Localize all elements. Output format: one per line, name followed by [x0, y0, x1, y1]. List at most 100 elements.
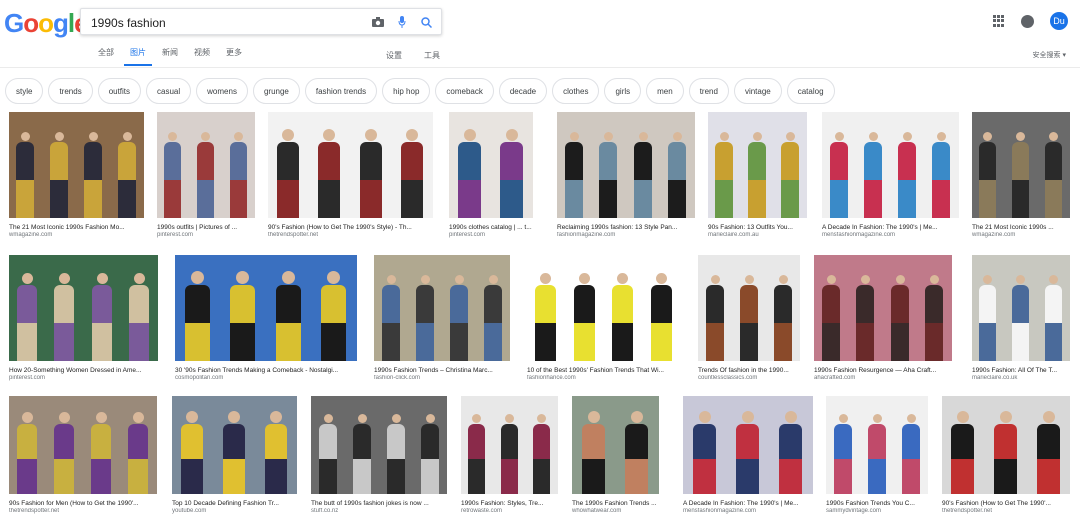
image-caption[interactable]: A Decade In Fashion: The 1990's | Me... [822, 224, 959, 231]
image-source[interactable]: pinterest.com [449, 232, 533, 238]
image-caption[interactable]: How 20-Something Women Dressed in Ame... [9, 367, 158, 374]
image-thumbnail[interactable] [942, 396, 1070, 494]
image-thumbnail[interactable] [172, 396, 297, 494]
image-source[interactable]: youtube.com [172, 508, 297, 514]
chip-grunge[interactable]: grunge [252, 78, 300, 104]
image-thumbnail[interactable] [698, 255, 800, 361]
image-thumbnail[interactable] [683, 396, 813, 494]
safe-search-toggle[interactable]: 安全搜索 ▾ [1033, 50, 1066, 60]
tab-images[interactable]: 图片 [122, 46, 154, 66]
image-thumbnail[interactable] [157, 112, 255, 218]
chip-outfits[interactable]: outfits [97, 78, 142, 104]
image-result[interactable]: 90s Fashion for Men (How to Get the 1990… [9, 396, 157, 514]
tab-all[interactable]: 全部 [90, 46, 122, 66]
tab-more[interactable]: 更多 [218, 46, 250, 66]
image-caption[interactable]: 90's Fashion (How to Get The 1990'... [942, 500, 1070, 507]
chip-womens[interactable]: womens [196, 78, 248, 104]
chip-clothes[interactable]: clothes [552, 78, 600, 104]
image-thumbnail[interactable] [822, 112, 959, 218]
image-source[interactable]: stuff.co.nz [311, 508, 447, 514]
image-source[interactable]: ahacrafted.com [814, 375, 952, 381]
image-caption[interactable]: 30 '90s Fashion Trends Making a Comeback… [175, 367, 357, 374]
image-thumbnail[interactable] [527, 255, 681, 361]
image-thumbnail[interactable] [374, 255, 510, 361]
image-source[interactable]: sammydvintage.com [826, 508, 928, 514]
image-source[interactable]: fashion-click.com [374, 375, 510, 381]
image-source[interactable]: fashionhance.com [527, 375, 681, 381]
image-result[interactable]: Trends Of fashion in the 1990... countles… [698, 255, 800, 381]
image-source[interactable]: pinterest.com [9, 375, 158, 381]
apps-grid-icon[interactable] [993, 15, 1005, 27]
image-thumbnail[interactable] [449, 112, 533, 218]
image-source[interactable]: marieclaire.com.au [708, 232, 807, 238]
image-result[interactable]: 1990s Fashion: All Of The T... marieclair… [972, 255, 1070, 381]
image-result[interactable]: 1990s Fashion Resurgence — Aha Craft... a… [814, 255, 952, 381]
image-source[interactable]: wmagazine.com [9, 232, 144, 238]
image-caption[interactable]: 1990s clothes catalog | ... t... [449, 224, 533, 231]
image-result[interactable]: A Decade In Fashion: The 1990's | Me... m… [683, 396, 813, 514]
notifications-icon[interactable] [1021, 14, 1034, 28]
chip-fashion-trends[interactable]: fashion trends [304, 78, 378, 104]
image-result[interactable]: 90's Fashion (How to Get The 1990'... the… [942, 396, 1070, 514]
image-source[interactable]: pinterest.com [157, 232, 255, 238]
image-thumbnail[interactable] [461, 396, 558, 494]
image-caption[interactable]: The 21 Most Iconic 1990s ... [972, 224, 1070, 231]
image-result[interactable]: The 21 Most Iconic 1990s ... wmagazine.co… [972, 112, 1070, 238]
settings-link[interactable]: 设置 [386, 50, 402, 61]
search-box[interactable] [80, 8, 442, 35]
image-result[interactable]: The 21 Most Iconic 1990s Fashion Mo... wm… [9, 112, 144, 238]
google-logo[interactable]: Google [4, 8, 89, 39]
image-source[interactable]: mensfashionmagazine.com [822, 232, 959, 238]
image-result[interactable]: 1990s clothes catalog | ... t... pinteres… [449, 112, 533, 238]
chip-men[interactable]: men [646, 78, 684, 104]
image-thumbnail[interactable] [972, 255, 1070, 361]
image-source[interactable]: thetrendspotter.net [942, 508, 1070, 514]
image-source[interactable]: cosmopolitan.com [175, 375, 357, 381]
image-caption[interactable]: Trends Of fashion in the 1990... [698, 367, 800, 374]
image-source[interactable]: retrowaste.com [461, 508, 558, 514]
microphone-icon[interactable] [395, 15, 409, 29]
image-caption[interactable]: 1990s Fashion: Styles, Tre... [461, 500, 558, 507]
image-result[interactable]: 1990s Fashion Trends – Christina Marc...… [374, 255, 510, 381]
image-source[interactable]: whowhatwear.com [572, 508, 659, 514]
image-result[interactable]: 90's Fashion (How to Get The 1990's Styl… [268, 112, 433, 238]
chip-girls[interactable]: girls [604, 78, 642, 104]
image-thumbnail[interactable] [175, 255, 357, 361]
chip-catalog[interactable]: catalog [786, 78, 835, 104]
image-source[interactable]: mensfashionmagazine.com [683, 508, 813, 514]
image-result[interactable]: 1990s Fashion Trends You C... sammydvinta… [826, 396, 928, 514]
image-caption[interactable]: 10 of the Best 1990s' Fashion Trends Tha… [527, 367, 681, 374]
chip-style[interactable]: style [5, 78, 44, 104]
image-caption[interactable]: 1990s Fashion Trends – Christina Marc... [374, 367, 510, 374]
image-source[interactable]: wmagazine.com [972, 232, 1070, 238]
chip-vintage[interactable]: vintage [733, 78, 782, 104]
chip-casual[interactable]: casual [146, 78, 192, 104]
image-caption[interactable]: 1990s Fashion Resurgence — Aha Craft... [814, 367, 952, 374]
image-thumbnail[interactable] [9, 255, 158, 361]
image-thumbnail[interactable] [826, 396, 928, 494]
image-caption[interactable]: 90's Fashion (How to Get The 1990's Styl… [268, 224, 433, 231]
image-source[interactable]: fashionmagazine.com [557, 232, 695, 238]
image-thumbnail[interactable] [708, 112, 807, 218]
image-source[interactable]: marieclaire.co.uk [972, 375, 1070, 381]
image-caption[interactable]: 1990s Fashion: All Of The T... [972, 367, 1070, 374]
image-result[interactable]: The 1990s Fashion Trends ... whowhatwear.… [572, 396, 659, 514]
image-thumbnail[interactable] [814, 255, 952, 361]
image-thumbnail[interactable] [9, 396, 157, 494]
tools-link[interactable]: 工具 [424, 50, 440, 61]
image-thumbnail[interactable] [9, 112, 144, 218]
image-result[interactable]: Top 10 Decade Defining Fashion Tr... yout… [172, 396, 297, 514]
image-caption[interactable]: The 21 Most Iconic 1990s Fashion Mo... [9, 224, 144, 231]
image-result[interactable]: 90s Fashion: 13 Outfits You... marieclair… [708, 112, 807, 238]
tab-news[interactable]: 新闻 [154, 46, 186, 66]
image-result[interactable]: 30 '90s Fashion Trends Making a Comeback… [175, 255, 357, 381]
search-icon[interactable] [419, 15, 433, 29]
image-result[interactable]: 10 of the Best 1990s' Fashion Trends Tha… [527, 255, 681, 381]
image-source[interactable]: thetrendspotter.net [268, 232, 433, 238]
image-result[interactable]: A Decade In Fashion: The 1990's | Me... m… [822, 112, 959, 238]
image-result[interactable]: 1990s outfits | Pictures of ... pinterest… [157, 112, 255, 238]
image-thumbnail[interactable] [572, 396, 659, 494]
image-caption[interactable]: A Decade In Fashion: The 1990's | Me... [683, 500, 813, 507]
image-caption[interactable]: The 1990s Fashion Trends ... [572, 500, 659, 507]
camera-icon[interactable] [371, 15, 385, 29]
